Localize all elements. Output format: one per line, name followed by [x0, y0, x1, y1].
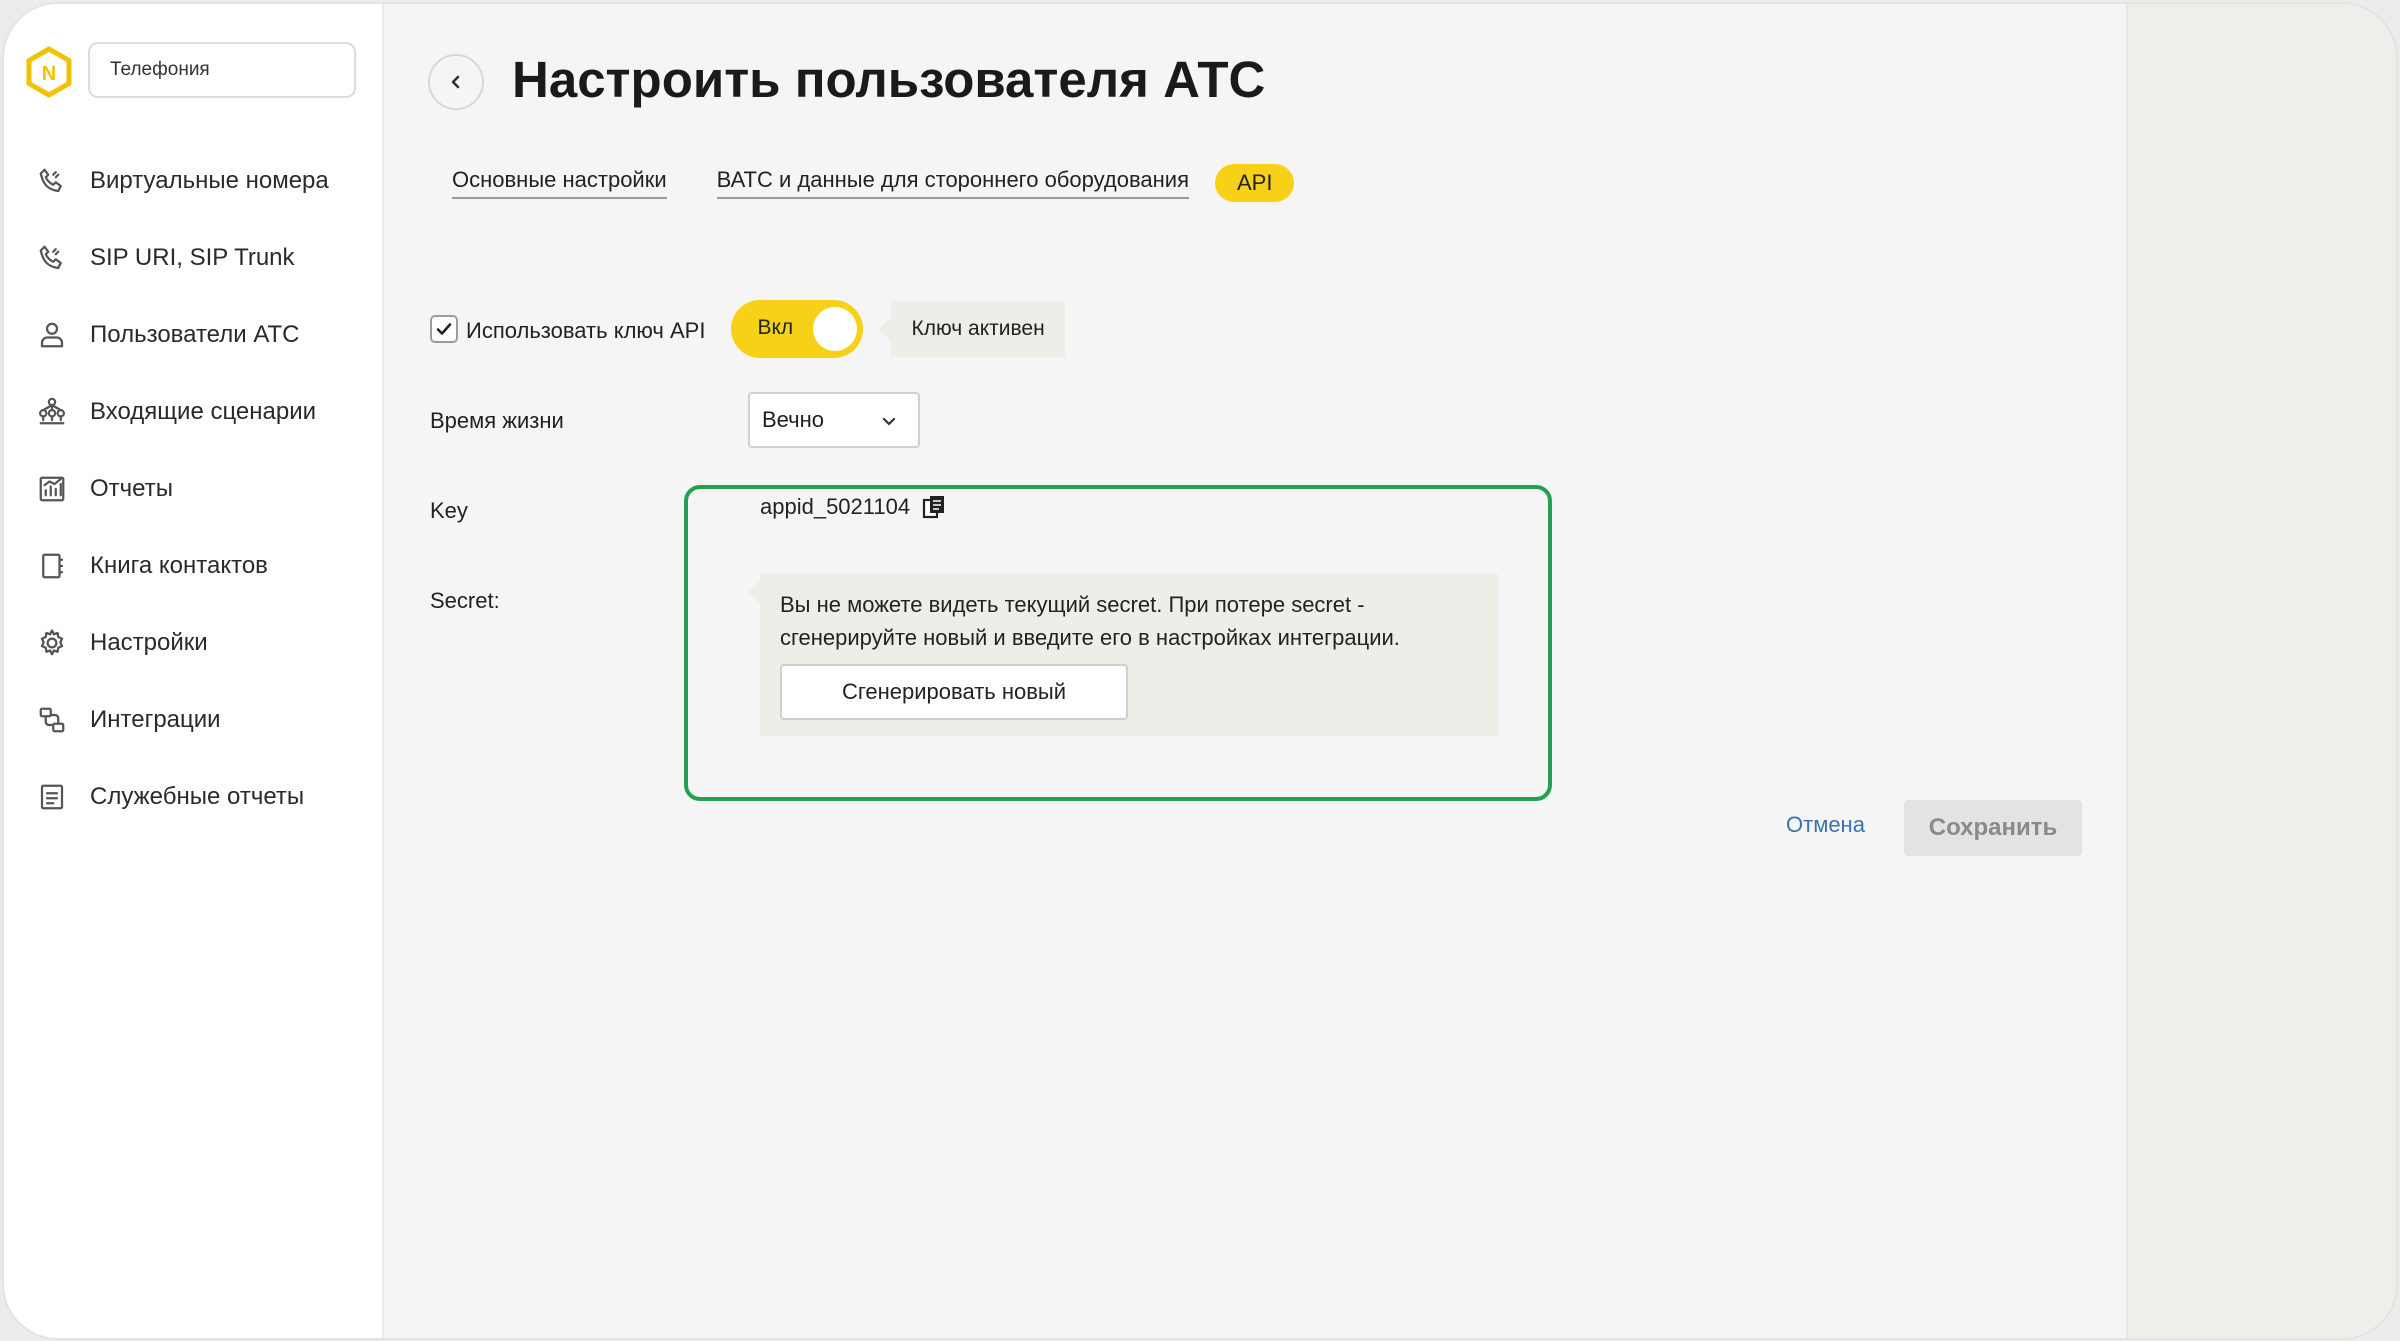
use-api-key-checkbox[interactable]	[430, 315, 458, 343]
checkmark-icon	[436, 323, 452, 335]
chevron-left-icon	[451, 75, 460, 89]
secret-notice-text: Вы не можете видеть текущий secret. При …	[780, 592, 1400, 650]
generate-secret-button[interactable]: Сгенерировать новый	[780, 664, 1128, 720]
sidebar-item-incoming-scenarios[interactable]: Входящие сценарии	[4, 373, 382, 450]
sidebar-item-label: Служебные отчеты	[90, 782, 305, 810]
logo-icon[interactable]: N	[26, 46, 72, 98]
gear-icon	[36, 627, 68, 659]
contact-book-icon	[36, 550, 68, 582]
sidebar-item-settings[interactable]: Настройки	[4, 604, 382, 681]
phone-icon	[36, 242, 68, 274]
svg-text:N: N	[42, 63, 56, 85]
sidebar-item-reports[interactable]: Отчеты	[4, 450, 382, 527]
sidebar-item-label: Отчеты	[90, 474, 173, 502]
tab-api[interactable]: API	[1215, 164, 1295, 202]
page-title: Настроить пользователя АТС	[512, 51, 1266, 108]
sidebar-item-label: Входящие сценарии	[90, 397, 317, 425]
save-button[interactable]: Сохранить	[1904, 800, 2082, 856]
secret-notice: Вы не можете видеть текущий secret. При …	[748, 574, 1498, 736]
secret-label: Secret:	[430, 588, 500, 613]
key-status-text: Ключ активен	[911, 317, 1045, 340]
chevron-down-icon	[882, 417, 896, 426]
user-icon	[36, 319, 68, 351]
key-value: appid_5021104	[760, 494, 911, 519]
product-select[interactable]: Телефония	[88, 42, 356, 98]
sidebar-nav: Виртуальные номера SIP URI, SIP Trunk По…	[4, 142, 382, 835]
app-window: N Телефония Виртуальные номера SIP URI, …	[4, 4, 2396, 1338]
chart-icon	[36, 473, 68, 505]
integration-icon	[36, 704, 68, 736]
hierarchy-icon	[36, 396, 68, 428]
sidebar: N Телефония Виртуальные номера SIP URI, …	[4, 4, 384, 1338]
product-select-label: Телефония	[110, 59, 210, 80]
api-key-toggle[interactable]: Вкл	[731, 300, 864, 358]
copy-icon[interactable]	[922, 494, 948, 520]
use-api-key-label: Использовать ключ API	[466, 318, 706, 343]
cancel-link[interactable]: Отмена	[1786, 812, 1865, 838]
api-key-row: Использовать ключ API Вкл Ключ активен	[430, 300, 1065, 358]
key-value-row: appid_5021104	[760, 494, 948, 520]
key-status-tooltip: Ключ активен	[879, 301, 1065, 357]
lifetime-value: Вечно	[762, 407, 825, 432]
tab-basic-settings[interactable]: Основные настройки	[452, 167, 667, 199]
sidebar-item-sip[interactable]: SIP URI, SIP Trunk	[4, 219, 382, 296]
lifetime-label: Время жизни	[430, 408, 564, 433]
sidebar-item-contact-book[interactable]: Книга контактов	[4, 527, 382, 604]
sidebar-item-label: Интеграции	[90, 705, 221, 733]
sidebar-item-pbx-users[interactable]: Пользователи АТС	[4, 296, 382, 373]
toggle-label: Вкл	[757, 316, 794, 339]
sidebar-item-label: Книга контактов	[90, 551, 268, 579]
toggle-knob	[813, 307, 858, 351]
phone-icon	[36, 165, 68, 197]
back-button[interactable]	[428, 54, 484, 110]
main-content: Настроить пользователя АТС Основные наст…	[386, 4, 2126, 1338]
sidebar-item-label: Виртуальные номера	[90, 166, 329, 194]
document-icon	[36, 781, 68, 813]
sidebar-item-label: Настройки	[90, 628, 208, 656]
tab-vats-equipment[interactable]: ВАТС и данные для стороннего оборудовани…	[716, 167, 1189, 199]
sidebar-item-service-reports[interactable]: Служебные отчеты	[4, 758, 382, 835]
sidebar-item-label: Пользователи АТС	[90, 320, 300, 348]
tab-bar: Основные настройки ВАТС и данные для сто…	[452, 164, 1344, 202]
lifetime-select[interactable]: Вечно	[748, 392, 920, 448]
sidebar-item-label: SIP URI, SIP Trunk	[90, 243, 295, 271]
sidebar-item-integrations[interactable]: Интеграции	[4, 681, 382, 758]
key-label: Key	[430, 498, 468, 523]
sidebar-item-virtual-numbers[interactable]: Виртуальные номера	[4, 142, 382, 219]
right-panel	[2126, 4, 2396, 1338]
